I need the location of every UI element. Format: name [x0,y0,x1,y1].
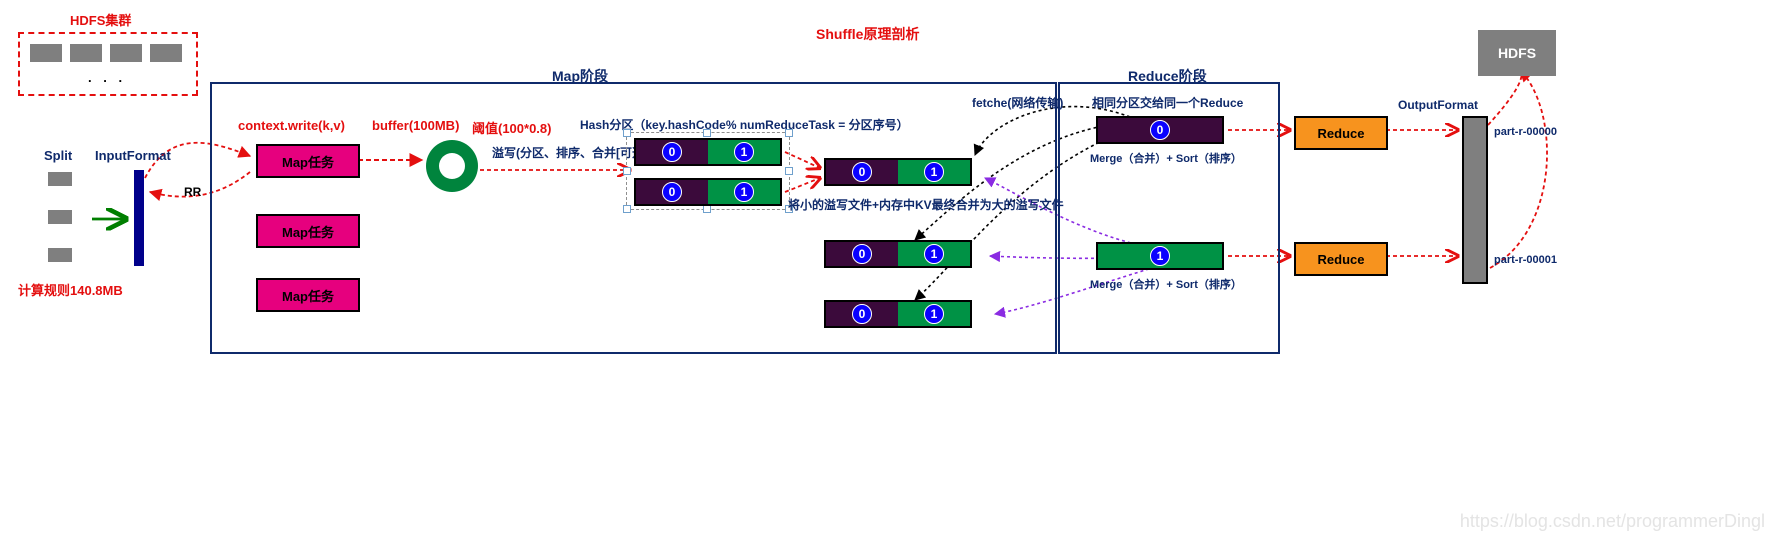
split-block [48,172,72,186]
reduce-partition-0: 0 [1096,116,1224,144]
split-block [48,210,72,224]
partition-pair: 0 1 [824,240,972,268]
outputformat-label: OutputFormat [1398,98,1478,112]
hdfs-cluster-title: HDFS集群 [70,10,131,29]
hdfs-block [150,44,182,62]
small-spill-label: 将小的溢写文件+内存中KV最终合并为大的溢写文件 [788,196,1064,213]
reduce-box: Reduce [1294,242,1388,276]
inputformat-bar [134,170,144,266]
selection-handle [785,129,793,137]
partition-cell-0: 0 [826,242,898,266]
calc-rule: 计算规则140.8MB [18,280,123,299]
selection-handle [703,205,711,213]
hdfs-target-label: HDFS [1498,45,1536,61]
output-bar [1462,116,1488,284]
reduce-box: Reduce [1294,116,1388,150]
partition-badge: 0 [852,244,872,264]
partition-cell-1: 1 [708,140,780,164]
selection-handle [623,205,631,213]
partition-badge: 0 [662,182,682,202]
partition-pair: 0 1 [824,158,972,186]
partition-cell-1: 1 [708,180,780,204]
partition-pair: 0 1 [634,138,782,166]
partition-pair: 0 1 [634,178,782,206]
partition-badge: 0 [1150,120,1170,140]
context-write-label: context.write(k,v) [238,118,345,133]
partition-cell-0: 0 [1098,118,1222,142]
partition-cell-0: 0 [636,140,708,164]
partition-badge: 0 [852,304,872,324]
map-task-label: Map任务 [282,152,334,171]
map-task-box: Map任务 [256,144,360,178]
partition-badge: 1 [924,244,944,264]
buffer-label: buffer(100MB) [372,118,459,133]
partition-badge: 1 [924,162,944,182]
partition-cell-1: 1 [898,302,970,326]
rr-label: RR [184,185,201,199]
partition-badge: 1 [734,142,754,162]
hdfs-block [70,44,102,62]
partition-cell-0: 0 [826,302,898,326]
hdfs-ellipsis: . . . [88,70,126,85]
map-task-label: Map任务 [282,286,334,305]
partition-pair: 0 1 [824,300,972,328]
partition-cell-0: 0 [636,180,708,204]
partition-badge: 0 [852,162,872,182]
partition-badge: 1 [734,182,754,202]
inputformat-label: InputFormat [95,148,171,163]
partition-cell-1: 1 [1098,244,1222,268]
part-r-00001-label: part-r-00001 [1494,254,1557,266]
partition-badge: 1 [1150,246,1170,266]
merge-sort-label: Merge（合并）+ Sort（排序） [1090,150,1242,166]
selection-handle [785,167,793,175]
split-block [48,248,72,262]
hdfs-target-box: HDFS [1478,30,1556,76]
reduce-label: Reduce [1318,252,1365,267]
watermark: https://blog.csdn.net/programmerDingl [1460,511,1765,532]
map-task-box: Map任务 [256,214,360,248]
selection-handle [623,167,631,175]
map-task-box: Map任务 [256,278,360,312]
hdfs-block [30,44,62,62]
hdfs-block [110,44,142,62]
fetch-label: fetche(网络传输) [972,94,1063,111]
diagram-title: Shuffle原理剖析 [816,24,919,44]
same-partition-label: 相同分区交给同一个Reduce [1092,94,1243,111]
part-r-00000-label: part-r-00000 [1494,126,1557,138]
partition-badge: 1 [924,304,944,324]
ring-buffer-icon [426,140,478,192]
merge-sort-label: Merge（合并）+ Sort（排序） [1090,276,1242,292]
partition-cell-1: 1 [898,242,970,266]
ring-buffer-hole [439,153,465,179]
threshold-label: 阈值(100*0.8) [472,118,551,137]
partition-badge: 0 [662,142,682,162]
reduce-partition-1: 1 [1096,242,1224,270]
hdfs-cluster-box: . . . [18,32,198,96]
partition-cell-0: 0 [826,160,898,184]
split-label: Split [44,148,72,163]
partition-cell-1: 1 [898,160,970,184]
selection-handle [623,129,631,137]
reduce-label: Reduce [1318,126,1365,141]
map-task-label: Map任务 [282,222,334,241]
selection-handle [703,129,711,137]
